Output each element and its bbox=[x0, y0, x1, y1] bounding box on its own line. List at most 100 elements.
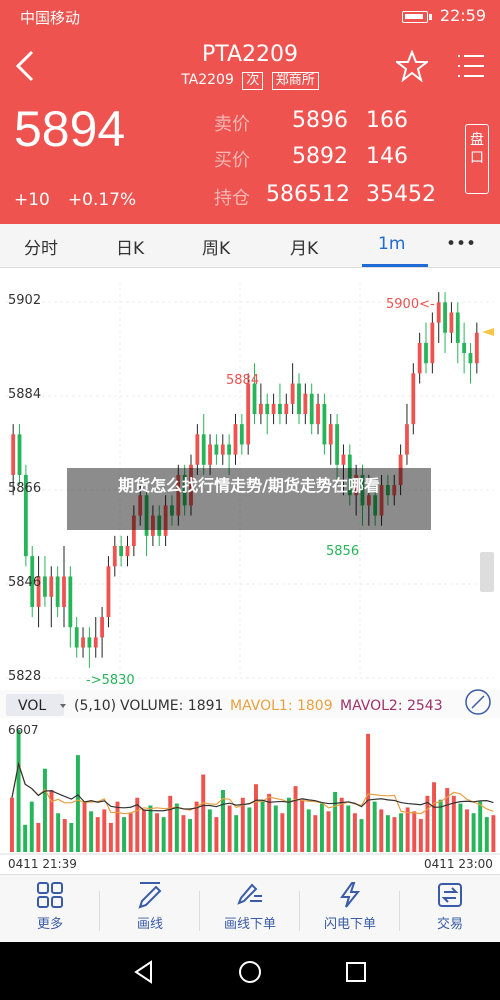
price-tick-label: 5902 bbox=[8, 293, 41, 308]
candle-body bbox=[443, 302, 447, 333]
volume-bar bbox=[425, 795, 430, 852]
secondary-tag: 次 bbox=[242, 72, 264, 90]
volume-bar bbox=[418, 819, 423, 852]
ask-label: 卖价 bbox=[214, 114, 250, 135]
volume-bar bbox=[36, 822, 41, 852]
tab-daily-k[interactable]: 日K bbox=[116, 234, 144, 259]
tab-more[interactable]: ••• bbox=[446, 234, 476, 254]
bid-row: 买价 5892 146 bbox=[214, 144, 454, 174]
high-price-annotation: 5900<- bbox=[386, 297, 435, 312]
candle-body bbox=[17, 434, 22, 475]
volume-bar bbox=[412, 811, 417, 852]
volume-bar bbox=[201, 774, 206, 852]
tab-1-minute[interactable]: 1m bbox=[378, 234, 405, 254]
candle-body bbox=[201, 434, 206, 465]
candle-body bbox=[112, 546, 117, 567]
volume-indicator-label: VOL bbox=[18, 698, 46, 714]
change-value: +10 bbox=[14, 190, 50, 210]
chart-area[interactable]: 5902 5884 5866 5846 5828 5900<- 5884 5856 ->5830… bbox=[0, 268, 500, 874]
candle-body bbox=[220, 444, 225, 455]
star-icon[interactable] bbox=[396, 50, 428, 82]
volume-bar bbox=[293, 786, 298, 852]
price-tick-label: 5866 bbox=[8, 481, 41, 496]
tab-weekly-k[interactable]: 周K bbox=[202, 234, 230, 259]
candle-body bbox=[55, 576, 60, 607]
volume-bar bbox=[10, 797, 14, 852]
more-button[interactable]: 更多 bbox=[0, 881, 100, 932]
volume-bar bbox=[399, 813, 404, 852]
candle-body bbox=[271, 403, 276, 414]
candle-body bbox=[43, 576, 47, 597]
volume-bar bbox=[385, 815, 390, 852]
volume-bar bbox=[188, 819, 193, 852]
candle-body bbox=[258, 403, 263, 414]
volume-bar bbox=[174, 803, 179, 852]
tab-monthly-k[interactable]: 月K bbox=[290, 234, 318, 259]
candle-body bbox=[411, 373, 416, 425]
volume-bar bbox=[254, 784, 258, 852]
candle-body bbox=[119, 546, 124, 557]
volume-bar bbox=[432, 782, 437, 852]
mavol2-value: MAVOL2: 2543 bbox=[340, 698, 443, 714]
volume-bar bbox=[339, 797, 344, 852]
more-label: 更多 bbox=[36, 917, 63, 932]
order-book-button[interactable]: 盘口 bbox=[465, 124, 489, 194]
price-tick-label: 5846 bbox=[8, 575, 41, 590]
volume-bar bbox=[260, 801, 265, 852]
volume-bar bbox=[89, 811, 94, 852]
open-interest-label: 持仓 bbox=[214, 188, 250, 209]
candle-body bbox=[106, 566, 111, 618]
exchange-icon bbox=[438, 883, 462, 907]
volume-bar bbox=[379, 809, 384, 852]
flash-order-button[interactable]: 闪电下单 bbox=[300, 881, 400, 932]
draw-order-button[interactable]: 画线下单 bbox=[200, 881, 300, 932]
ask-volume: 166 bbox=[366, 108, 408, 133]
price-tick-label: 5884 bbox=[8, 387, 41, 402]
status-bar: 中国移动 22:59 bbox=[0, 0, 500, 34]
volume-bar bbox=[300, 799, 305, 852]
mavol1-value: MAVOL1: 1809 bbox=[230, 698, 333, 714]
volume-bar bbox=[478, 801, 483, 852]
flash-order-label: 闪电下单 bbox=[323, 917, 376, 932]
volume-bar bbox=[352, 813, 357, 852]
chart-scroll-handle[interactable] bbox=[480, 552, 494, 592]
back-triangle-icon[interactable] bbox=[131, 959, 157, 985]
candle-body bbox=[316, 403, 320, 425]
volume-bar bbox=[458, 803, 463, 852]
draw-line-button[interactable]: 画线 bbox=[100, 881, 200, 932]
volume-bar bbox=[273, 805, 278, 852]
trade-button[interactable]: 交易 bbox=[400, 881, 500, 932]
candle-body bbox=[449, 312, 454, 333]
volume-bar bbox=[333, 791, 338, 852]
candle-body bbox=[87, 637, 92, 648]
candle-body bbox=[335, 424, 339, 465]
volume-bar bbox=[69, 822, 74, 852]
menu-icon[interactable] bbox=[456, 52, 486, 80]
bid-price: 5892 bbox=[292, 144, 348, 169]
home-circle-icon[interactable] bbox=[237, 959, 263, 985]
candle-body bbox=[11, 434, 16, 475]
candle-body bbox=[290, 383, 295, 404]
active-tab-indicator bbox=[362, 264, 428, 267]
candle-body bbox=[239, 424, 244, 445]
pen-order-icon bbox=[237, 883, 262, 905]
volume-bar bbox=[102, 809, 107, 852]
candle-body bbox=[68, 576, 73, 628]
tab-intraday[interactable]: 分时 bbox=[24, 234, 58, 259]
candle-body bbox=[246, 383, 251, 445]
candle-body bbox=[49, 576, 54, 597]
period-tabs: 分时 日K 周K 月K 1m ••• bbox=[0, 224, 500, 268]
last-price-marker bbox=[482, 328, 494, 336]
candle-body bbox=[468, 353, 473, 364]
volume-bar bbox=[181, 815, 186, 852]
volume-bar bbox=[148, 805, 153, 852]
open-interest-value: 586512 bbox=[266, 182, 350, 207]
candle-body bbox=[417, 342, 422, 374]
trade-label: 交易 bbox=[436, 917, 463, 932]
volume-bar bbox=[484, 817, 489, 852]
volume-bar bbox=[56, 813, 61, 852]
recents-square-icon[interactable] bbox=[343, 959, 369, 985]
candle-body bbox=[436, 302, 441, 323]
candlestick-chart[interactable]: 5902 5884 5866 5846 5828 5900<- 5884 5856 ->5830… bbox=[0, 268, 500, 874]
candle-body bbox=[284, 403, 289, 414]
